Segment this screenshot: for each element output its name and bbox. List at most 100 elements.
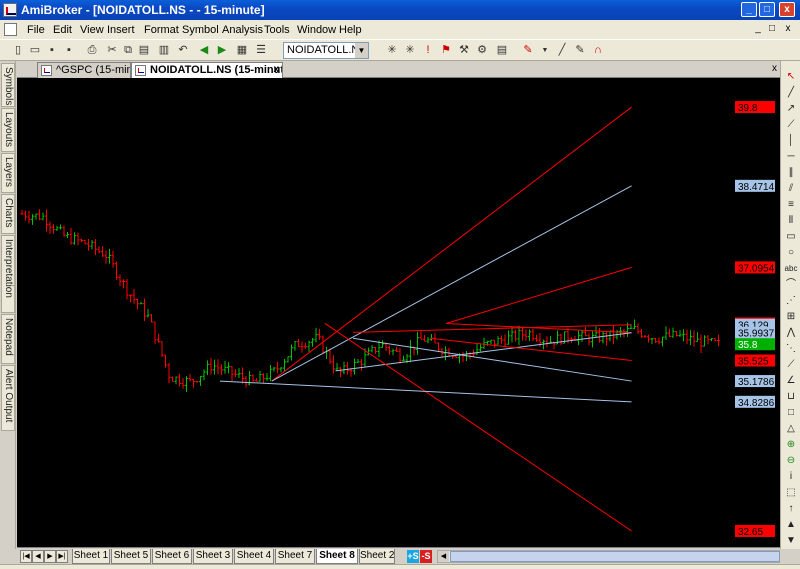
speed-tool-icon[interactable]: ∠ [784,373,798,389]
zoom-out-tool-icon[interactable]: ⊖ [784,453,798,469]
color-icon[interactable]: ✎ [520,43,536,58]
sheet-tab-sheet-6[interactable]: Sheet 6 [152,549,192,564]
up-tool-icon[interactable]: ▲ [784,517,798,533]
save-all-icon[interactable]: ▪ [61,43,77,58]
side-tab-charts[interactable]: Charts [1,194,15,234]
magnet-icon[interactable]: ∩ [590,43,606,58]
menu-help[interactable]: Help [339,24,362,36]
sheet-tab-sheet-3[interactable]: Sheet 3 [193,549,233,564]
color-dropdown-icon[interactable]: ▼ [537,43,553,58]
side-tab-layers[interactable]: Layers [1,153,15,193]
prev-sheet-icon[interactable]: ◀ [32,550,44,563]
sheet-tab-sheet-4[interactable]: Sheet 4 [234,549,274,564]
menu-file[interactable]: File [27,24,45,36]
side-tab-symbols[interactable]: Symbols [1,63,15,107]
zigzag-tool-icon[interactable]: ⋀ [784,325,798,341]
first-sheet-icon[interactable]: |◀ [20,550,32,563]
paste-icon[interactable]: ▤ [136,43,152,58]
alert-icon[interactable]: ! [420,43,436,58]
arrow-tool-icon[interactable]: ↑ [784,501,798,517]
line-width-icon[interactable]: ╱ [554,43,570,58]
new-icon[interactable]: ▯ [10,43,26,58]
rect-tool-icon[interactable]: ▭ [784,229,798,245]
sheet-tab-sheet-2[interactable]: Sheet 2 [359,549,395,564]
menu-view[interactable]: View [80,24,104,36]
vertical-tool-icon[interactable]: │ [784,133,798,149]
mdi-restore-button[interactable]: □ [766,23,778,35]
sheet-tab-sheet-7[interactable]: Sheet 7 [275,549,315,564]
horizontal-tool-icon[interactable]: ─ [784,149,798,165]
menu-format[interactable]: Format [144,24,179,36]
arc-tool-icon[interactable]: ⌒ [784,277,798,293]
menu-analysis[interactable]: Analysis [222,24,263,36]
copy-icon[interactable]: ⧉ [120,43,136,58]
symbol-select[interactable]: NOIDATOLL.NS ▼ [283,42,369,59]
ellipse-tool-icon[interactable]: ○ [784,245,798,261]
scan-icon[interactable]: ✳ [384,43,400,58]
chevron-down-icon[interactable]: ▼ [355,43,368,58]
next-sheet-icon[interactable]: ▶ [44,550,56,563]
wand-icon[interactable]: ⚒ [456,43,472,58]
add-sheet-button[interactable]: +S [407,550,419,563]
close-button[interactable]: x [779,2,795,17]
menu-insert[interactable]: Insert [107,24,135,36]
sheet-tab-sheet-5[interactable]: Sheet 5 [111,549,151,564]
report-icon[interactable]: ▤ [494,43,510,58]
close-document-icon[interactable]: x [772,63,777,74]
scroll-thumb[interactable] [450,551,780,562]
line-tool-icon[interactable]: ╱ [784,85,798,101]
formula-icon[interactable]: ⚑ [438,43,454,58]
side-tab-layouts[interactable]: Layouts [1,108,15,152]
open-icon[interactable]: ▭ [27,43,43,58]
optimize-icon[interactable]: ⚙ [474,43,490,58]
price-chart[interactable]: 39.838.471437.095436.1536.12935.993735.8… [17,78,780,547]
sheet-tab-sheet-8[interactable]: Sheet 8 [316,549,358,564]
print-preview-icon[interactable]: ▥ [156,43,172,58]
undo-icon[interactable]: ↶ [175,43,191,58]
range-tool-icon[interactable]: ⊔ [784,389,798,405]
side-tab-interpretation[interactable]: Interpretation [1,235,15,313]
regression-tool-icon[interactable]: ⟋ [784,357,798,373]
menu-window[interactable]: Window [297,24,336,36]
text-tool-icon[interactable]: abc [784,261,798,277]
title-bar[interactable]: AmiBroker - [NOIDATOLL.NS - - 15-minute]… [0,0,800,20]
forward-icon[interactable]: ▶ [214,43,230,58]
print-icon[interactable]: ⎙ [84,43,100,58]
mdi-close-button[interactable]: x [782,23,794,35]
back-icon[interactable]: ◀ [196,43,212,58]
menu-symbol[interactable]: Symbol [182,24,219,36]
last-sheet-icon[interactable]: ▶| [56,550,68,563]
scroll-left-icon[interactable]: ◀ [438,551,449,562]
pointer-tool-icon[interactable]: ↖ [784,69,798,85]
fib-tool-icon[interactable]: ≡ [784,197,798,213]
parallel-tool-icon[interactable]: ∥ [784,165,798,181]
horizontal-scrollbar[interactable]: ◀ [437,550,780,563]
pencil-icon[interactable]: ✎ [572,43,588,58]
mdi-minimize-button[interactable]: _ [752,23,764,35]
doc-tab-noidatoll[interactable]: NOIDATOLL.NS (15-minute) x [131,62,283,78]
fill-tool-icon[interactable]: ⬚ [784,485,798,501]
doc-tab-gspc[interactable]: ^GSPC (15-minute [37,62,131,78]
cut-icon[interactable]: ✂ [104,43,120,58]
document-icon[interactable] [4,23,17,36]
maximize-button[interactable]: □ [759,2,775,17]
side-tab-notepad[interactable]: Notepad [1,314,15,364]
calendar-icon[interactable]: ▦ [234,43,250,58]
trend-tool-icon[interactable]: ⟋ [784,117,798,133]
menu-tools[interactable]: Tools [264,24,290,36]
triangle-tool-icon[interactable]: △ [784,421,798,437]
fan-tool-icon[interactable]: ⋱ [784,341,798,357]
grid-tool-icon[interactable]: ⊞ [784,309,798,325]
sheet-tab-sheet-1[interactable]: Sheet 1 [72,549,110,564]
square-tool-icon[interactable]: □ [784,405,798,421]
channel-tool-icon[interactable]: ⫽ [784,181,798,197]
gann-tool-icon[interactable]: ⋰ [784,293,798,309]
remove-sheet-button[interactable]: -S [420,550,432,563]
price-chart-svg[interactable]: 39.838.471437.095436.1536.12935.993735.8… [17,78,780,547]
save-icon[interactable]: ▪ [44,43,60,58]
app-chart-icon[interactable] [3,3,17,17]
close-tab-icon[interactable]: x [273,63,279,77]
ray-tool-icon[interactable]: ↗ [784,101,798,117]
info-tool-icon[interactable]: i [784,469,798,485]
explore-icon[interactable]: ✳ [402,43,418,58]
